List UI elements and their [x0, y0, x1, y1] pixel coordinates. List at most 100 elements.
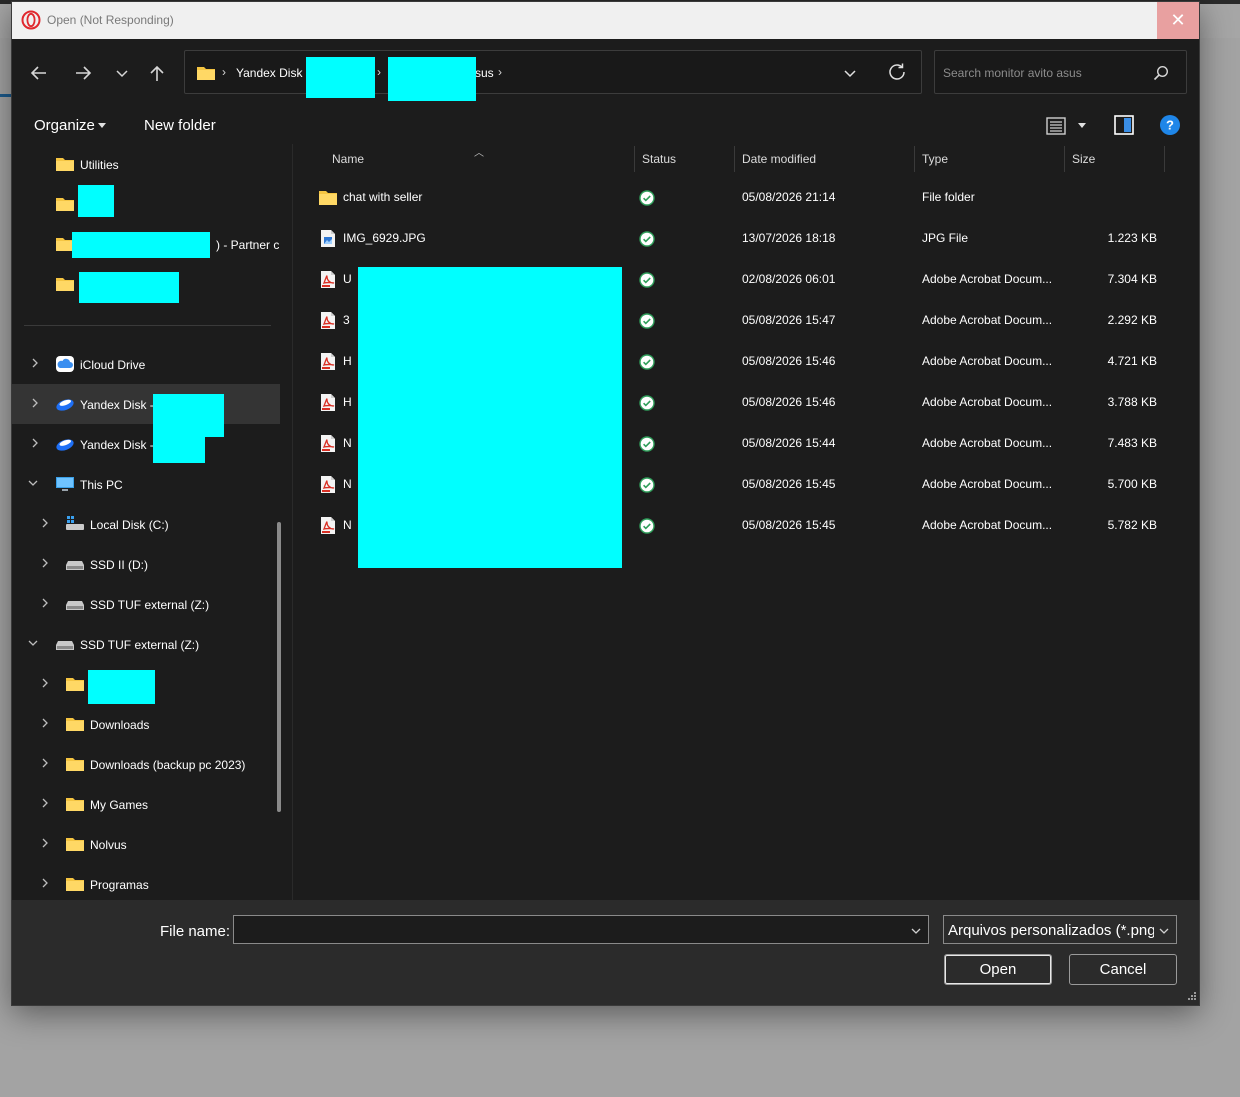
- column-header-status[interactable]: Status: [642, 152, 676, 166]
- sidebar-item-label: This PC: [80, 478, 123, 492]
- sidebar-item-label: Yandex Disk -: [80, 438, 154, 452]
- chevron-right-icon[interactable]: [39, 517, 51, 529]
- help-icon[interactable]: ?: [1159, 114, 1181, 136]
- icloud-icon: [56, 356, 74, 372]
- breadcrumb-yandex-disk[interactable]: Yandex Disk -: [236, 66, 310, 80]
- chevron-right-icon[interactable]: [39, 877, 51, 889]
- column-divider[interactable]: [1164, 146, 1165, 172]
- view-options-icon[interactable]: [1045, 115, 1067, 137]
- chevron-right-icon[interactable]: [39, 797, 51, 809]
- sidebar-item-programas[interactable]: Programas: [12, 864, 280, 900]
- chevron-right-icon[interactable]: [29, 437, 41, 449]
- file-type: Adobe Acrobat Docum...: [922, 395, 1053, 409]
- chevron-down-icon[interactable]: [27, 637, 39, 649]
- resize-grip-icon[interactable]: [1185, 991, 1197, 1003]
- sidebar-item-local-disk-c[interactable]: Local Disk (C:): [12, 504, 280, 544]
- chevron-right-icon[interactable]: [39, 837, 51, 849]
- sidebar-item-label: Programas: [90, 878, 149, 892]
- chevron-right-icon[interactable]: [39, 717, 51, 729]
- chevron-down-icon[interactable]: [910, 925, 922, 937]
- file-name-label: File name:: [160, 923, 231, 940]
- refresh-icon[interactable]: [885, 60, 909, 84]
- file-type: Adobe Acrobat Docum...: [922, 518, 1053, 532]
- folder-icon: [66, 718, 84, 731]
- column-divider[interactable]: [1064, 146, 1065, 172]
- chevron-right-icon[interactable]: [29, 357, 41, 369]
- sidebar-item-label: SSD II (D:): [90, 558, 149, 572]
- sidebar-item-folder[interactable]: [12, 264, 280, 304]
- recent-locations-button[interactable]: [108, 59, 136, 87]
- column-header-size[interactable]: Size: [1072, 152, 1095, 166]
- view-caret-icon[interactable]: [1078, 123, 1086, 128]
- chevron-right-icon[interactable]: [39, 757, 51, 769]
- sync-status-ok-icon: [639, 354, 655, 370]
- sidebar-item-downloads-backup[interactable]: Downloads (backup pc 2023): [12, 744, 280, 784]
- sidebar-item-partner[interactable]: ) - Partner c: [12, 224, 280, 264]
- sync-status-ok-icon: [639, 272, 655, 288]
- file-name-input[interactable]: [240, 921, 900, 939]
- chevron-down-icon[interactable]: [27, 477, 39, 489]
- chevron-right-icon[interactable]: [29, 397, 41, 409]
- up-button[interactable]: [143, 59, 171, 87]
- column-header-date-modified[interactable]: Date modified: [742, 152, 816, 166]
- sidebar-item-yandex-disk[interactable]: Yandex Disk -: [12, 424, 280, 464]
- open-button[interactable]: Open: [944, 954, 1052, 985]
- window-title: Open (Not Responding): [47, 13, 174, 27]
- sidebar-item-ssd-tuf-z-expanded[interactable]: SSD TUF external (Z:): [12, 624, 280, 664]
- sidebar-item-icloud-drive[interactable]: iCloud Drive: [12, 344, 280, 384]
- file-date-modified: 05/08/2026 15:45: [742, 518, 836, 532]
- sidebar-item-this-pc[interactable]: This PC: [12, 464, 280, 504]
- redaction-box: [72, 232, 210, 258]
- sidebar-item-ssd-ii-d[interactable]: SSD II (D:): [12, 544, 280, 584]
- sidebar-item-downloads[interactable]: Downloads: [12, 704, 280, 744]
- arrow-up-icon: [150, 65, 164, 81]
- chevron-down-icon[interactable]: [839, 62, 861, 84]
- file-name-field[interactable]: [233, 915, 929, 944]
- nav-pane-scrollbar[interactable]: [277, 522, 281, 812]
- file-date-modified: 13/07/2026 18:18: [742, 231, 836, 245]
- drive-icon: [56, 641, 74, 650]
- preview-pane-icon[interactable]: [1113, 114, 1135, 136]
- file-type-filter[interactable]: Arquivos personalizados (*.png: [943, 915, 1177, 944]
- column-divider[interactable]: [914, 146, 915, 172]
- file-type: Adobe Acrobat Docum...: [922, 272, 1053, 286]
- organize-menu[interactable]: Organize: [34, 117, 95, 134]
- file-list: ︿ Name Status Date modified Type Size ch…: [293, 144, 1199, 900]
- chevron-right-icon[interactable]: [39, 557, 51, 569]
- sidebar-item-nolvus[interactable]: Nolvus: [12, 824, 280, 864]
- sidebar-item-yandex-disk[interactable]: Yandex Disk -: [12, 384, 280, 437]
- file-row[interactable]: IMG_6929.JPG 13/07/2026 18:18 JPG File 1.22…: [313, 218, 1173, 259]
- close-button[interactable]: ✕: [1157, 2, 1199, 39]
- chevron-down-icon: [116, 70, 128, 78]
- sidebar-item-folder[interactable]: [12, 184, 280, 224]
- sync-status-ok-icon: [639, 313, 655, 329]
- address-bar[interactable]: › Yandex Disk - › sus ›: [184, 50, 922, 101]
- sidebar-item-label: iCloud Drive: [80, 358, 146, 372]
- folder-icon: [197, 67, 215, 80]
- chevron-right-icon[interactable]: [39, 677, 51, 689]
- sidebar-item-my-games[interactable]: My Games: [12, 784, 280, 824]
- chevron-right-icon[interactable]: [39, 597, 51, 609]
- column-divider[interactable]: [634, 146, 635, 172]
- column-header-type[interactable]: Type: [922, 152, 948, 166]
- breadcrumb-current-folder[interactable]: sus: [475, 66, 494, 80]
- sidebar-item-folder[interactable]: [12, 664, 280, 704]
- sidebar-item-utilities[interactable]: Utilities: [12, 144, 280, 184]
- file-row[interactable]: chat with seller 05/08/2026 21:14 File fol…: [313, 177, 1173, 218]
- back-button[interactable]: [25, 59, 53, 87]
- cancel-button[interactable]: Cancel: [1069, 954, 1177, 985]
- sidebar-item-label: ) - Partner c: [216, 238, 280, 252]
- file-name: N: [343, 518, 352, 532]
- pdf-icon: [321, 476, 335, 493]
- column-divider[interactable]: [734, 146, 735, 172]
- search-input[interactable]: [943, 63, 1143, 83]
- sidebar-item-label: Utilities: [80, 158, 119, 172]
- column-header-name[interactable]: Name: [332, 152, 364, 166]
- forward-button[interactable]: [69, 59, 97, 87]
- svg-text:?: ?: [1166, 118, 1174, 133]
- organize-caret-icon[interactable]: [98, 123, 106, 128]
- yandex-disk-icon: [56, 399, 74, 411]
- search-box[interactable]: [934, 50, 1187, 94]
- sidebar-item-ssd-tuf-z[interactable]: SSD TUF external (Z:): [12, 584, 280, 624]
- new-folder-button[interactable]: New folder: [144, 117, 216, 134]
